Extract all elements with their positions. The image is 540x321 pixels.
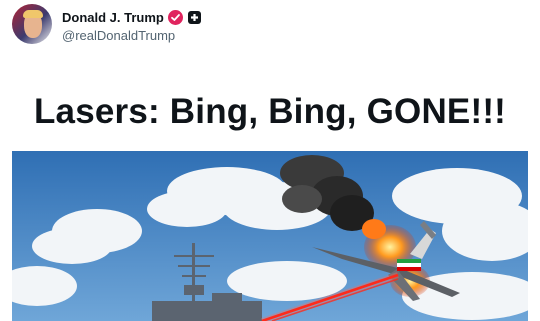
verified-badge-icon	[167, 9, 183, 25]
iran-flag-icon	[397, 259, 421, 271]
author-name-row: Donald J. Trump	[62, 8, 201, 26]
author-handle[interactable]: @realDonaldTrump	[62, 28, 175, 43]
author-display-name[interactable]: Donald J. Trump	[62, 10, 164, 25]
affiliate-badge-icon	[187, 10, 201, 24]
post-headline: Lasers: Bing, Bing, GONE!!!	[33, 92, 507, 131]
post-media-image[interactable]	[12, 151, 528, 321]
avatar[interactable]	[12, 4, 52, 44]
avatar-hair	[23, 10, 43, 18]
